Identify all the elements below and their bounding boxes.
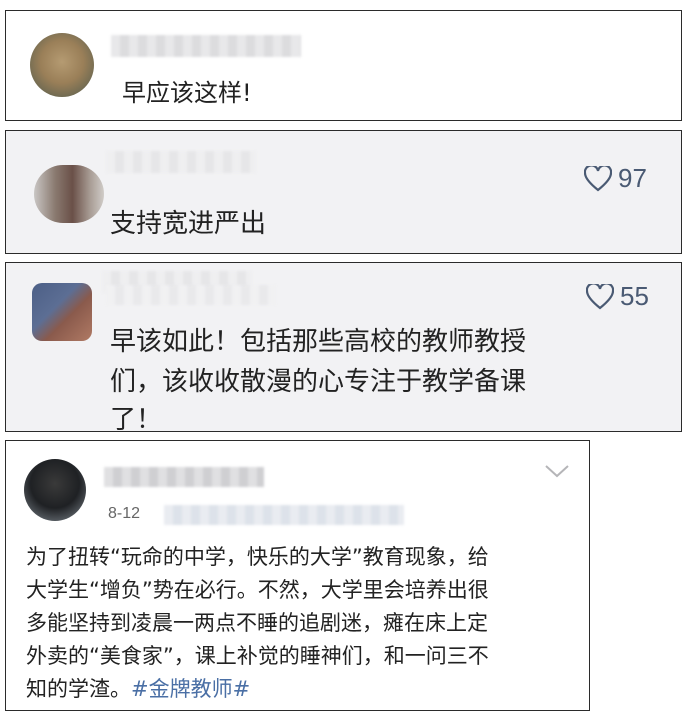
comment-card-2: 支持宽进严出 97 (5, 130, 682, 254)
comment-line-3: 多能坚持到凌晨一两点不睡的追剧迷，瘫在床上定 (26, 611, 488, 635)
chevron-down-icon[interactable] (544, 463, 570, 483)
comment-text: 支持宽进严出 (110, 209, 267, 239)
comment-card-4: 8-12 为了扭转“玩命的中学，快乐的大学”教育现象，给 大学生“增负”势在必行… (5, 440, 590, 711)
like-count: 55 (620, 281, 649, 311)
comment-text: 早应该这样! (122, 79, 252, 107)
like-button[interactable]: 55 (586, 281, 649, 312)
blurred-source (164, 505, 404, 525)
comment-line-5-text: 知的学渣。 (26, 677, 131, 701)
blurred-username (104, 467, 264, 487)
comment-date: 8-12 (108, 505, 141, 522)
comment-line-3: 了！ (110, 405, 163, 435)
user-avatar[interactable] (34, 165, 104, 223)
comment-line-1: 为了扭转“玩命的中学，快乐的大学”教育现象，给 (26, 545, 489, 569)
like-button[interactable]: 97 (584, 163, 647, 194)
comment-line-1: 早该如此！包括那些高校的教师教授 (110, 327, 527, 357)
blurred-username (106, 151, 256, 173)
user-avatar[interactable] (24, 459, 86, 521)
comment-line-2: 们，该收收散漫的心专注于教学备课 (110, 367, 527, 397)
user-avatar[interactable] (32, 283, 92, 341)
heart-outline-icon (586, 283, 614, 310)
blurred-username (111, 35, 301, 57)
user-avatar[interactable] (30, 33, 94, 97)
comment-line-2: 大学生“增负”势在必行。不然，大学里会培养出很 (26, 578, 489, 602)
hashtag-link[interactable]: #金牌教师# (131, 677, 250, 701)
comment-card-3: 早该如此！包括那些高校的教师教授 们，该收收散漫的心专注于教学备课 了！ 55 (5, 262, 682, 435)
comment-line-5: 知的学渣。#金牌教师# (26, 673, 250, 703)
comment-card-1: 早应该这样! (5, 10, 682, 121)
comment-line-4: 外卖的“美食家”，课上补觉的睡神们，和一问三不 (26, 644, 489, 668)
blurred-meta (106, 285, 276, 305)
heart-outline-icon (584, 165, 612, 192)
like-count: 97 (618, 163, 647, 193)
